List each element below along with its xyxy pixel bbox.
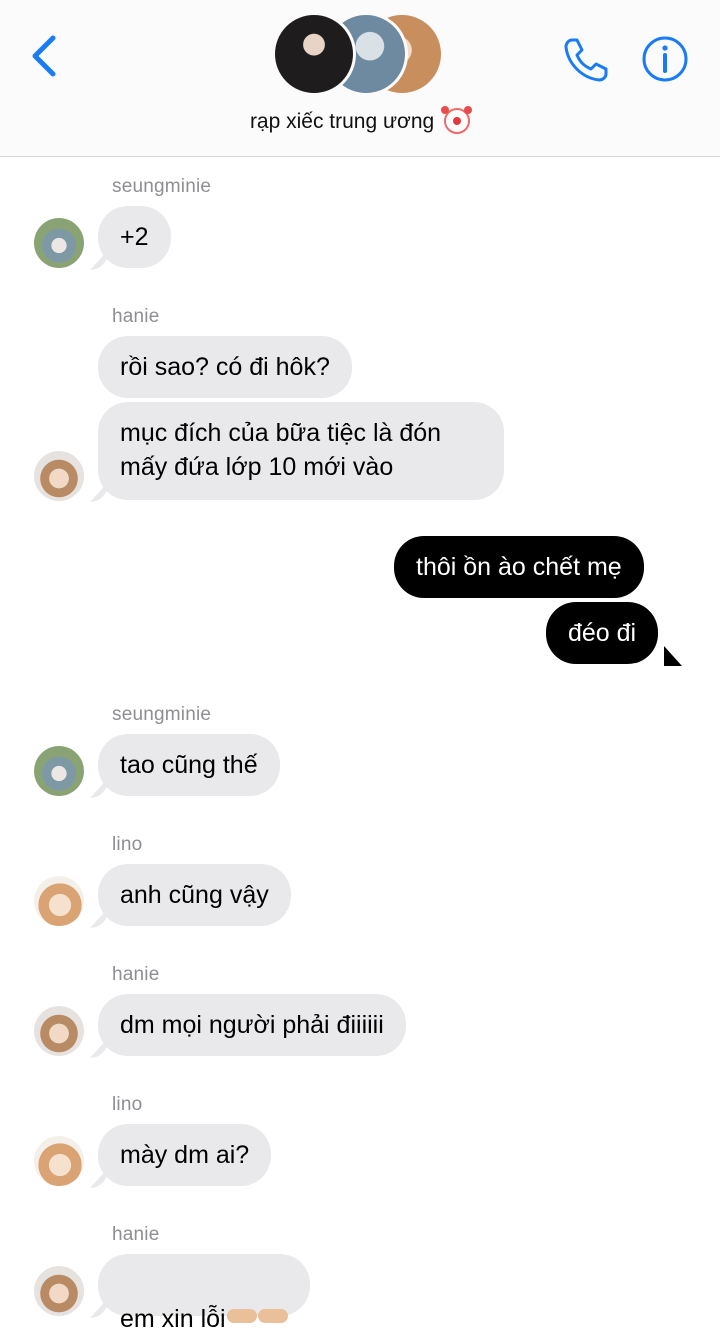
clown-face-icon	[441, 106, 471, 134]
sender-name: lino	[112, 834, 143, 855]
message-bubble[interactable]: mày dm ai?	[98, 1124, 272, 1186]
conversation-header: rạp xiếc trung ương	[0, 0, 720, 157]
sender-name: seungminie	[112, 176, 212, 197]
group-avatars[interactable]	[272, 12, 452, 96]
message-bubble[interactable]: đéo đi	[546, 602, 659, 664]
message-bubble[interactable]: dm mọi người phải điiiiii	[98, 994, 406, 1056]
sender-name: seungminie	[112, 704, 212, 725]
pointing-fingers-icon	[226, 1309, 257, 1323]
avatar[interactable]	[34, 746, 84, 796]
message-bubble[interactable]: +2	[98, 206, 171, 268]
message-bubble[interactable]: anh cũng vậy	[98, 864, 291, 926]
avatar[interactable]	[34, 876, 84, 926]
sender-name: hanie	[112, 1224, 160, 1245]
info-button[interactable]	[640, 34, 690, 84]
avatar[interactable]	[34, 1266, 84, 1316]
message-bubble[interactable]: tao cũng thế	[98, 734, 280, 796]
phone-icon	[564, 38, 608, 82]
pointing-fingers-icon	[257, 1309, 288, 1323]
bubble-tail	[664, 646, 682, 666]
chevron-left-icon	[32, 35, 56, 77]
message-bubble[interactable]: mục đích của bữa tiệc là đón mấy đứa lớp…	[98, 402, 504, 500]
message-bubble[interactable]: thôi ồn ào chết mẹ	[394, 536, 644, 598]
info-icon	[642, 36, 688, 82]
sender-name: lino	[112, 1094, 143, 1115]
call-button[interactable]	[560, 34, 612, 86]
group-title[interactable]: rạp xiếc trung ương	[0, 106, 720, 134]
group-name-text: rạp xiếc trung ương	[249, 110, 435, 133]
avatar[interactable]	[34, 1006, 84, 1056]
message-bubble[interactable]: em xin lỗi	[98, 1254, 310, 1333]
sender-name: hanie	[112, 964, 160, 985]
message-text: em xin lỗi	[120, 1305, 226, 1333]
group-avatar	[272, 12, 356, 96]
sender-name: hanie	[112, 306, 160, 327]
avatar[interactable]	[34, 218, 84, 268]
back-button[interactable]	[24, 32, 64, 80]
message-bubble[interactable]: rồi sao? có đi hôk?	[98, 336, 352, 398]
avatar[interactable]	[34, 1136, 84, 1186]
avatar[interactable]	[34, 451, 84, 501]
